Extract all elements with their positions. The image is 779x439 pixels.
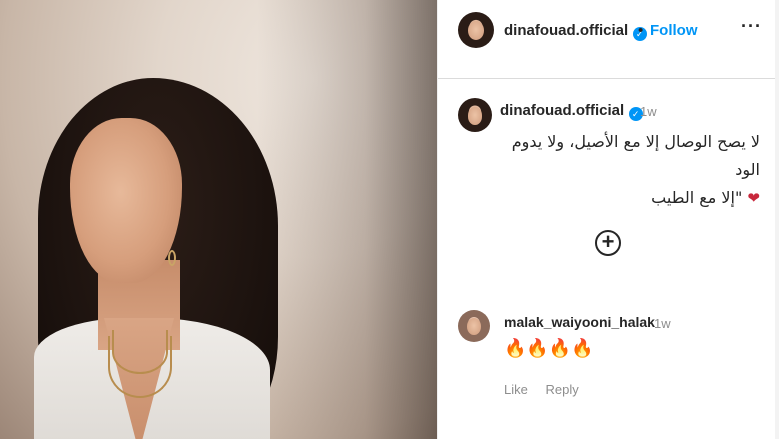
author-avatar[interactable]: [458, 12, 494, 48]
load-more-comments-button[interactable]: +: [595, 230, 621, 256]
photo-face: [70, 118, 182, 283]
post-photo[interactable]: [0, 0, 437, 439]
post-sidebar: dinafouad.official ✓ • Follow ··· dinafo…: [437, 0, 779, 439]
comment-actions: Like Reply: [504, 382, 593, 397]
commenter-avatar[interactable]: [458, 310, 490, 342]
caption-line-2: ❤ "إلا مع الطيب: [651, 188, 760, 207]
follow-button[interactable]: Follow: [650, 22, 698, 39]
mending-heart-icon: ❤: [747, 189, 760, 207]
photo-necklace-long: [108, 336, 172, 398]
comment-like-button[interactable]: Like: [504, 382, 528, 397]
comment-text: 🔥🔥🔥🔥: [504, 338, 594, 358]
post-header: dinafouad.official ✓ • Follow ···: [438, 0, 779, 79]
caption-avatar[interactable]: [458, 98, 492, 132]
scrollbar[interactable]: [775, 0, 779, 439]
author-username[interactable]: dinafouad.official ✓: [504, 22, 647, 41]
comment-timestamp[interactable]: 1w: [654, 316, 671, 331]
caption-text: لا يصح الوصال إلا مع الأصيل، ولا يدوم ال…: [498, 128, 760, 212]
commenter-username[interactable]: malak_waiyooni_halak: [504, 314, 655, 330]
comment-reply-button[interactable]: Reply: [545, 382, 578, 397]
photo-earring: [168, 250, 176, 266]
photo-shadow: [257, 0, 437, 439]
header-separator: •: [638, 22, 644, 39]
caption-username[interactable]: dinafouad.official ✓: [500, 102, 643, 121]
caption-timestamp[interactable]: 1w: [640, 104, 657, 119]
caption-line-1: لا يصح الوصال إلا مع الأصيل، ولا يدوم ال…: [511, 132, 760, 179]
more-options-icon[interactable]: ···: [741, 16, 762, 37]
